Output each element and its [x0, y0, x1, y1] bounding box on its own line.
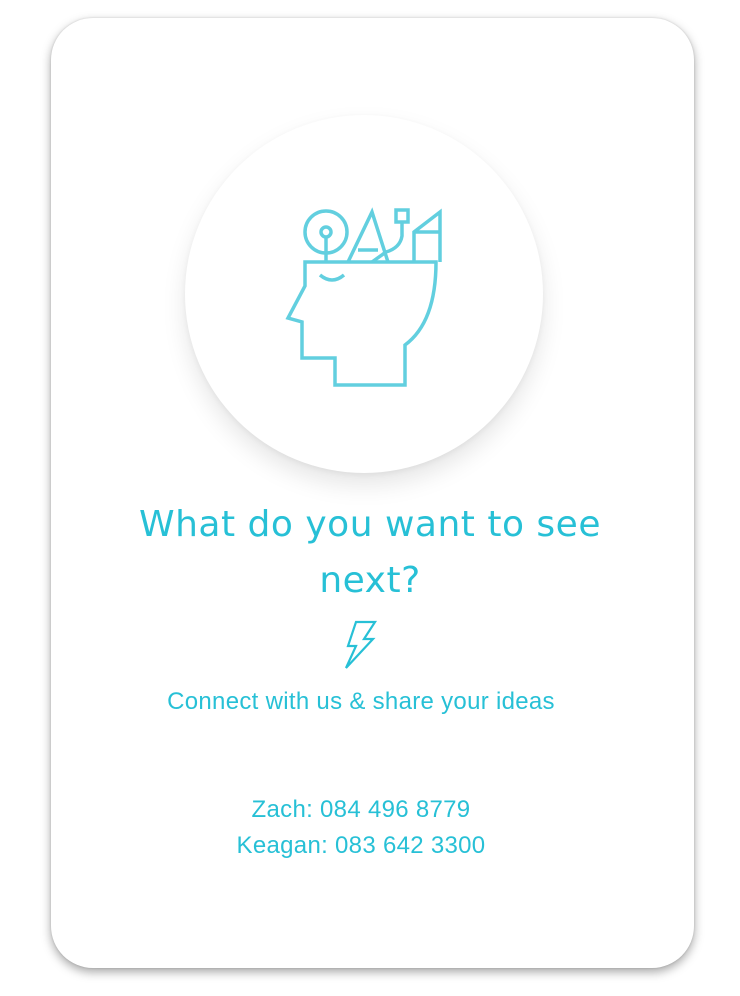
contact-list: Zach: 084 496 8779 Keagan: 083 642 3300: [160, 792, 562, 864]
contact-zach[interactable]: Zach: 084 496 8779: [160, 792, 562, 828]
share-ideas-text: Connect with us & share your ideas: [167, 688, 555, 715]
head-ideas-icon: [285, 207, 442, 387]
page-title: What do you want to see next?: [139, 504, 601, 601]
contact-keagan[interactable]: Keagan: 083 642 3300: [160, 828, 562, 864]
lightning-bolt-icon: [344, 620, 378, 669]
